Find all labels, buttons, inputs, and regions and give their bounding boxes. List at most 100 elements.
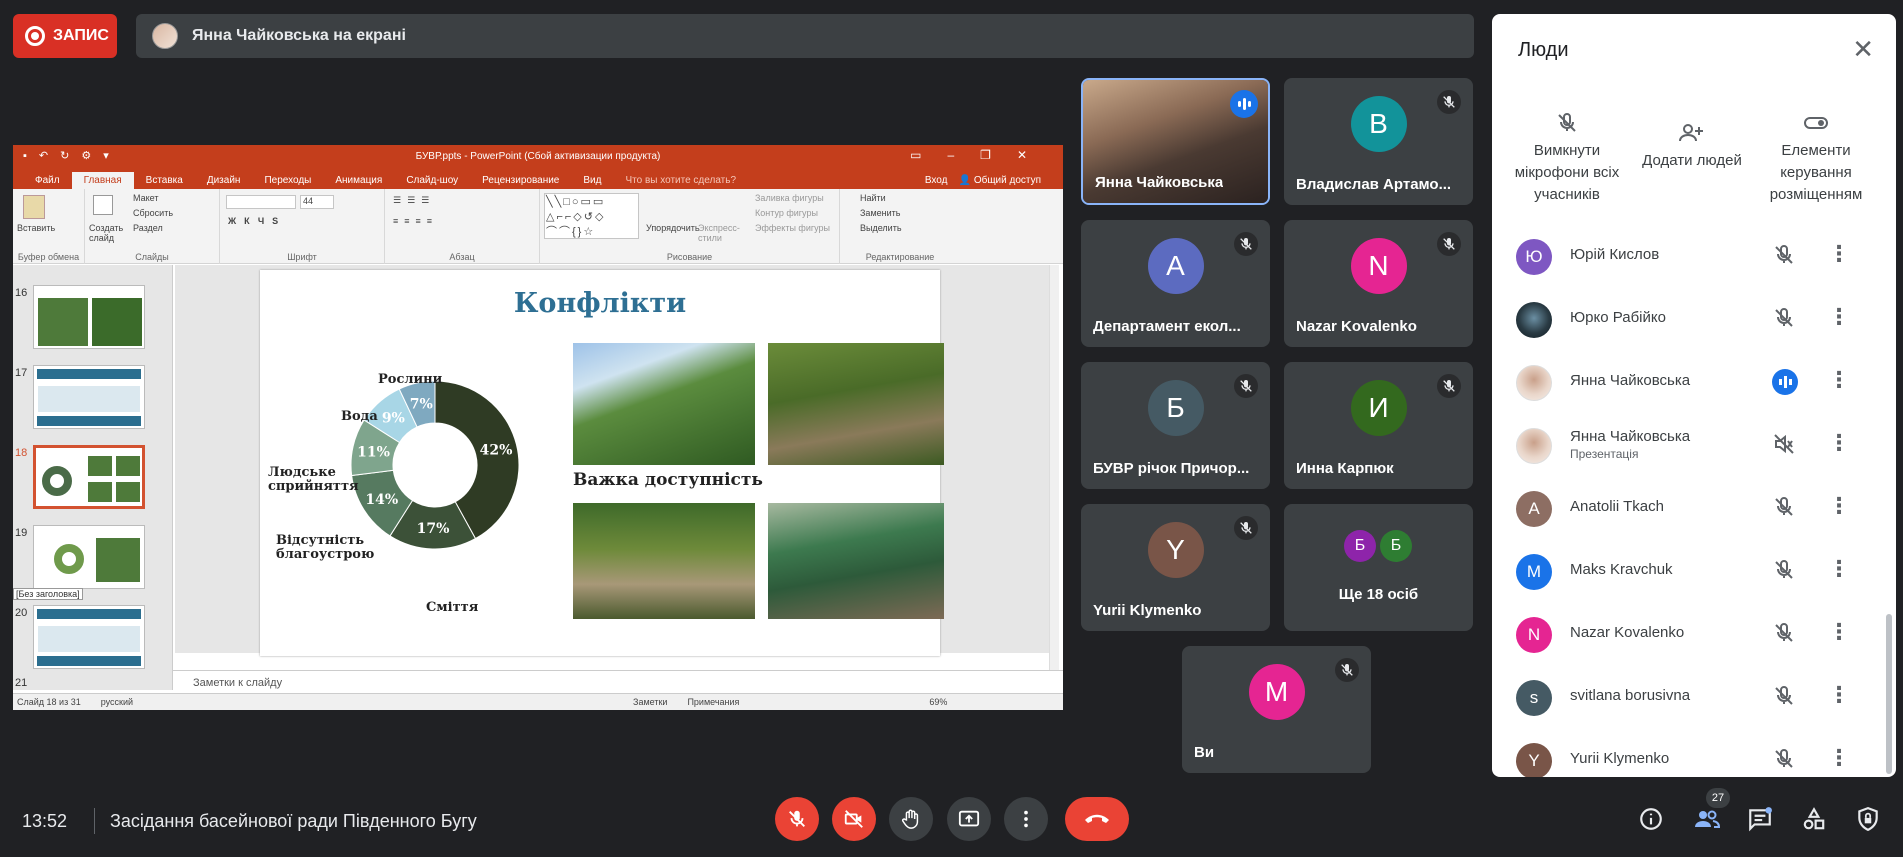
- font-name-input[interactable]: [226, 195, 296, 209]
- participant-row[interactable]: Юрко Рабійко ⋮: [1492, 287, 1896, 350]
- ppt-tab[interactable]: Что вы хотите сделать?: [613, 172, 748, 189]
- mic-toggle-button[interactable]: [775, 797, 819, 841]
- participant-tile[interactable]: Б Б Ще 18 осіб: [1284, 504, 1473, 631]
- slide-thumb[interactable]: [33, 285, 145, 349]
- participant-mic-status: [1772, 306, 1796, 335]
- thumb-number: 18: [15, 447, 28, 459]
- find-button[interactable]: Найти: [860, 193, 886, 203]
- more-vert-icon[interactable]: ⋮: [1828, 494, 1850, 518]
- panel-action-button[interactable]: Вимкнути мікрофони всіх учасників: [1507, 106, 1627, 206]
- slide-thumb-selected[interactable]: [33, 445, 145, 509]
- donut-value-label: 42%: [480, 442, 513, 458]
- ppt-tab[interactable]: Главная: [71, 172, 134, 189]
- layout-button[interactable]: Макет: [133, 193, 158, 203]
- people-icon[interactable]: [1694, 806, 1720, 832]
- shape-outline-button[interactable]: Контур фигуры: [755, 208, 818, 218]
- font-size-input[interactable]: 44: [300, 195, 334, 209]
- section-button[interactable]: Раздел: [133, 223, 163, 233]
- group-label: Слайды: [135, 252, 169, 262]
- more-vert-icon[interactable]: ⋮: [1828, 746, 1850, 770]
- label-plants: Рослини: [378, 372, 443, 387]
- more-vert-icon[interactable]: ⋮: [1828, 557, 1850, 581]
- participant-tile[interactable]: И Инна Карпюк: [1284, 362, 1473, 489]
- slide-thumb[interactable]: [33, 525, 145, 589]
- participant-row[interactable]: Янна Чайковська ⋮: [1492, 350, 1896, 413]
- create-slide-button[interactable]: Создать слайд: [89, 223, 129, 243]
- slide-thumb[interactable]: [33, 365, 145, 429]
- express-styles-button[interactable]: Экспресс-стили: [698, 223, 740, 243]
- panel-action-button[interactable]: Елементи керування розміщенням: [1756, 106, 1876, 206]
- donut-value-label: 17%: [417, 521, 450, 537]
- ppt-tab[interactable]: Вид: [571, 172, 613, 189]
- shape-effects-button[interactable]: Эффекты фигуры: [755, 223, 830, 233]
- more-options-button[interactable]: [1004, 797, 1048, 841]
- photo-woman-in-bushes: [573, 343, 755, 465]
- hand-icon: [902, 809, 919, 829]
- select-button[interactable]: Выделить: [860, 223, 902, 233]
- chat-icon[interactable]: [1747, 806, 1773, 832]
- reset-button[interactable]: Сбросить: [133, 208, 173, 218]
- more-vert-icon[interactable]: ⋮: [1828, 242, 1850, 266]
- participant-tile[interactable]: M Ви: [1182, 646, 1371, 773]
- participant-tile[interactable]: Янна Чайковська: [1081, 78, 1270, 205]
- slide-thumb[interactable]: [33, 605, 145, 669]
- participant-row[interactable]: Ю Юрій Кислов ⋮: [1492, 224, 1896, 287]
- notes-pane[interactable]: Заметки к слайду: [173, 670, 1063, 695]
- more-vert-icon[interactable]: ⋮: [1828, 683, 1850, 707]
- notes-button[interactable]: Заметки: [633, 697, 667, 707]
- present-button[interactable]: [947, 797, 991, 841]
- participant-row[interactable]: M Maks Kravchuk ⋮: [1492, 539, 1896, 602]
- record-button[interactable]: ЗАПИС: [13, 14, 117, 58]
- panel-action-label: Вимкнути мікрофони всіх учасників: [1514, 142, 1620, 203]
- host-controls-icon[interactable]: [1855, 806, 1881, 832]
- participant-tile[interactable]: В Владислав Артамо...: [1284, 78, 1473, 205]
- info-icon[interactable]: [1638, 806, 1664, 832]
- close-icon[interactable]: ✕: [1852, 36, 1874, 62]
- language: русский: [100, 697, 134, 707]
- meeting-title: Засідання басейнової ради Південного Буг…: [110, 811, 477, 831]
- participant-tile[interactable]: N Nazar Kovalenko: [1284, 220, 1473, 347]
- more-vert-icon[interactable]: ⋮: [1828, 431, 1850, 455]
- camera-toggle-button[interactable]: [832, 797, 876, 841]
- arrange-button[interactable]: Упорядочить: [646, 223, 700, 233]
- donut-value-label: 7%: [410, 397, 433, 413]
- hang-up-icon: [1085, 814, 1109, 823]
- group-editing: Найти Заменить Выделить Редактирование: [840, 189, 960, 264]
- participant-row[interactable]: N Nazar Kovalenko ⋮: [1492, 602, 1896, 665]
- more-vert-icon[interactable]: ⋮: [1828, 305, 1850, 329]
- participant-row[interactable]: A Anatolii Tkach ⋮: [1492, 476, 1896, 539]
- vertical-scrollbar[interactable]: [1049, 265, 1059, 670]
- avatar: А: [1147, 237, 1204, 294]
- participant-name: Владислав Артамо...: [1296, 176, 1452, 193]
- zoom-level[interactable]: 69%: [929, 697, 947, 707]
- donut-value-label: 11%: [357, 444, 390, 460]
- participant-tile[interactable]: Б БУВР річок Причор...: [1081, 362, 1270, 489]
- comments-button[interactable]: Примечания: [687, 697, 739, 707]
- ppt-tab[interactable]: Дизайн: [195, 172, 253, 189]
- panel-action-button[interactable]: Додати людей: [1632, 106, 1752, 172]
- ppt-tab[interactable]: Файл: [23, 172, 72, 189]
- replace-button[interactable]: Заменить: [860, 208, 900, 218]
- participant-row[interactable]: Y Yurii Klymenko ⋮: [1492, 728, 1896, 777]
- shapes-gallery[interactable]: ╲╲□○▭▭ △⌐⌐◇↺◇ ⌒⌒{}☆: [544, 193, 639, 239]
- more-vert-icon[interactable]: ⋮: [1828, 368, 1850, 392]
- participant-tile[interactable]: А Департамент екол...: [1081, 220, 1270, 347]
- ppt-tab[interactable]: Анимация: [323, 172, 394, 189]
- ppt-tab[interactable]: Рецензирование: [470, 172, 571, 189]
- more-vert-icon[interactable]: ⋮: [1828, 620, 1850, 644]
- ppt-tab[interactable]: Переходы: [252, 172, 323, 189]
- activities-icon[interactable]: [1801, 806, 1827, 832]
- raise-hand-button[interactable]: [889, 797, 933, 841]
- paste-button[interactable]: Вставить: [17, 223, 55, 233]
- end-call-button[interactable]: [1065, 797, 1129, 841]
- participant-row[interactable]: s svitlana borusivna ⋮: [1492, 665, 1896, 728]
- participant-row[interactable]: Янна Чайковська Презентація ⋮: [1492, 413, 1896, 476]
- shape-fill-button[interactable]: Заливка фигуры: [755, 193, 824, 203]
- ppt-tab[interactable]: Вставка: [134, 172, 195, 189]
- ppt-tab[interactable]: Слайд-шоу: [394, 172, 470, 189]
- panel-scrollbar[interactable]: [1886, 614, 1892, 774]
- group-label: Рисование: [666, 252, 713, 262]
- participant-name: Ще 18 осіб: [1338, 586, 1419, 603]
- participant-tile[interactable]: Y Yurii Klymenko: [1081, 504, 1270, 631]
- slide-caption: Важка доступність: [573, 470, 763, 490]
